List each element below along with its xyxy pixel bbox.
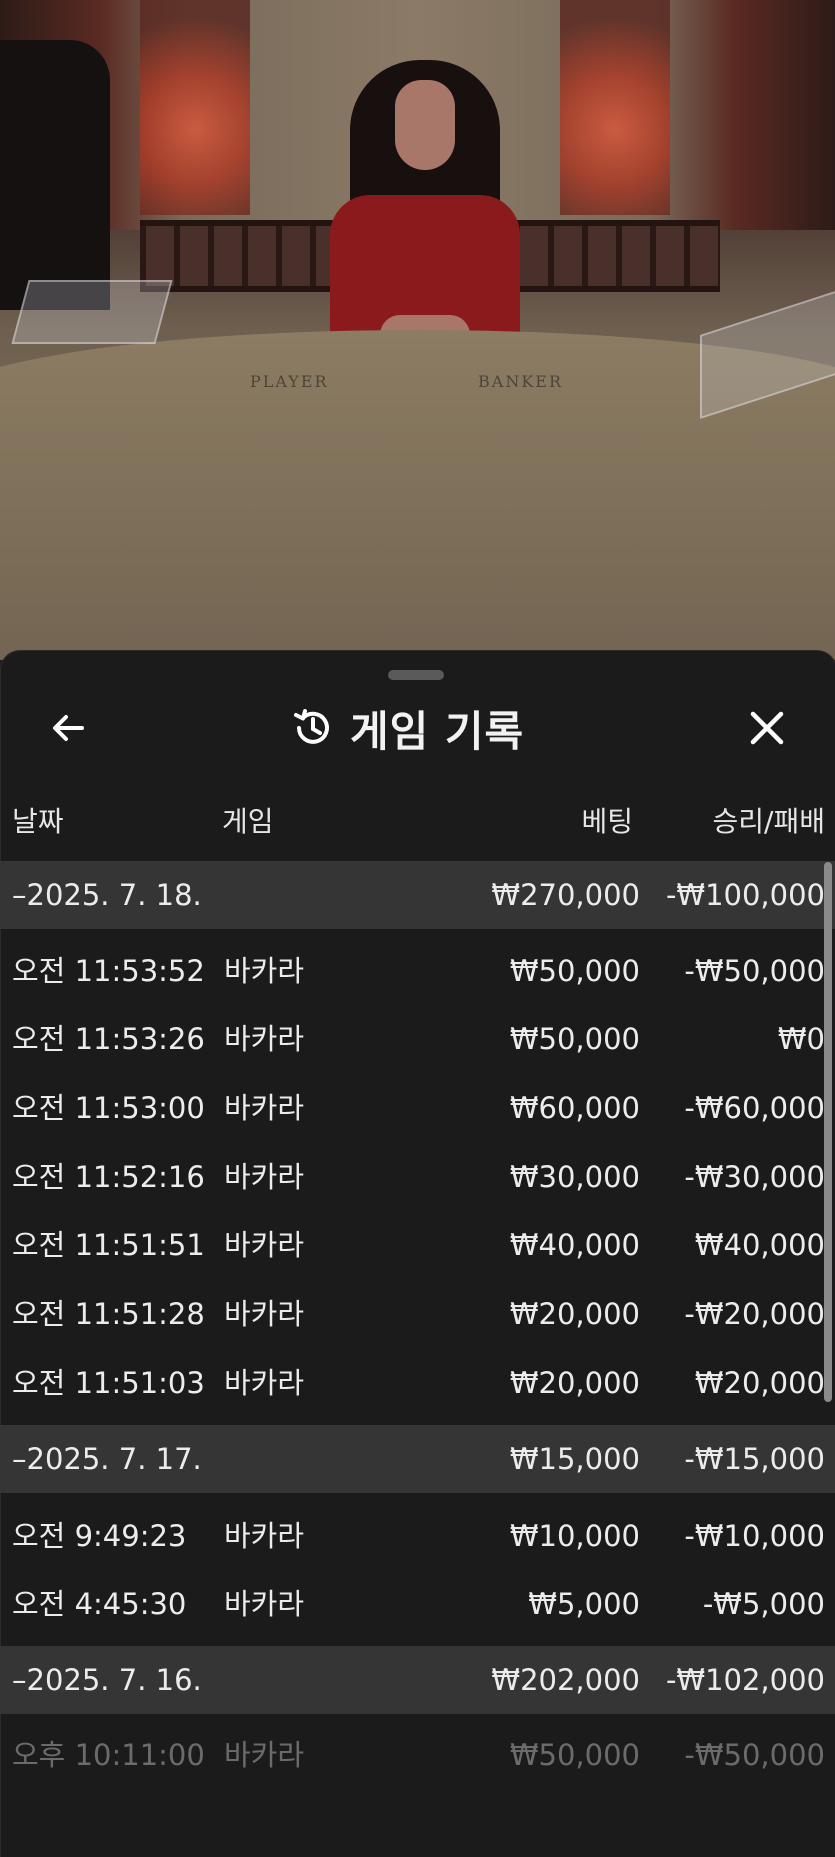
back-button[interactable] bbox=[40, 700, 96, 756]
history-row[interactable]: 오전 4:45:30 바카라 ₩5,000 -₩5,000 bbox=[0, 1570, 835, 1638]
group-total-bet: ₩202,000 bbox=[491, 1663, 640, 1697]
group-date: –2025. 7. 17. bbox=[12, 1442, 202, 1476]
row-result: ₩20,000 bbox=[694, 1366, 825, 1400]
group-total-result: -₩100,000 bbox=[665, 878, 825, 912]
row-bet: ₩50,000 bbox=[509, 1738, 640, 1772]
group-total-result: -₩102,000 bbox=[665, 1663, 825, 1697]
row-result: -₩60,000 bbox=[684, 1091, 825, 1125]
live-video-feed: PLAYER BANKER bbox=[0, 0, 835, 660]
table-label-player: PLAYER bbox=[250, 372, 329, 391]
blossom-window-right bbox=[560, 0, 670, 215]
row-result: ₩0 bbox=[777, 1022, 825, 1056]
scrollbar[interactable] bbox=[824, 862, 832, 1402]
row-bet: ₩30,000 bbox=[509, 1160, 640, 1194]
row-time: 오전 11:51:51 bbox=[12, 1228, 205, 1262]
row-bet: ₩50,000 bbox=[509, 954, 640, 988]
row-game: 바카라 bbox=[224, 1022, 305, 1056]
row-time: 오전 11:51:03 bbox=[12, 1366, 205, 1400]
row-game: 바카라 bbox=[224, 1366, 305, 1400]
row-game: 바카라 bbox=[224, 1160, 305, 1194]
dealer-assistant bbox=[0, 40, 110, 310]
history-row[interactable]: 오전 11:51:51 바카라 ₩40,000 ₩40,000 bbox=[0, 1211, 835, 1279]
row-result: -₩50,000 bbox=[684, 1738, 825, 1772]
row-time: 오전 11:53:00 bbox=[12, 1091, 205, 1125]
row-result: -₩50,000 bbox=[684, 954, 825, 988]
row-game: 바카라 bbox=[224, 1297, 305, 1331]
page-title: 게임 기록 bbox=[350, 706, 525, 756]
row-game: 바카라 bbox=[224, 1519, 305, 1553]
row-result: -₩30,000 bbox=[684, 1160, 825, 1194]
row-bet: ₩50,000 bbox=[509, 1022, 640, 1056]
row-bet: ₩10,000 bbox=[509, 1519, 640, 1553]
date-group-row[interactable]: –2025. 7. 17. ₩15,000 -₩15,000 bbox=[0, 1425, 835, 1493]
row-result: -₩5,000 bbox=[702, 1587, 825, 1621]
history-row[interactable]: 오전 11:51:03 바카라 ₩20,000 ₩20,000 bbox=[0, 1349, 835, 1417]
row-time: 오전 11:53:26 bbox=[12, 1022, 205, 1056]
date-group-row[interactable]: –2025. 7. 18. ₩270,000 -₩100,000 bbox=[0, 861, 835, 929]
history-row[interactable]: 오전 11:53:52 바카라 ₩50,000 -₩50,000 bbox=[0, 937, 835, 1005]
group-total-bet: ₩15,000 bbox=[509, 1442, 640, 1476]
row-time: 오전 11:52:16 bbox=[12, 1160, 205, 1194]
group-total-result: -₩15,000 bbox=[684, 1442, 825, 1476]
date-group-row[interactable]: –2025. 7. 16. ₩202,000 -₩102,000 bbox=[0, 1646, 835, 1714]
row-game: 바카라 bbox=[224, 1091, 305, 1125]
group-date: –2025. 7. 16. bbox=[12, 1663, 202, 1697]
row-bet: ₩20,000 bbox=[509, 1366, 640, 1400]
close-button[interactable] bbox=[739, 700, 795, 756]
history-row[interactable]: 오전 11:51:28 바카라 ₩20,000 -₩20,000 bbox=[0, 1280, 835, 1348]
row-time: 오전 4:45:30 bbox=[12, 1587, 187, 1621]
row-time: 오전 11:53:52 bbox=[12, 954, 205, 988]
row-result: ₩40,000 bbox=[694, 1228, 825, 1262]
table-label-banker: BANKER bbox=[478, 372, 563, 391]
history-row[interactable]: 오전 11:53:26 바카라 ₩50,000 ₩0 bbox=[0, 1005, 835, 1073]
column-header-game: 게임 bbox=[222, 805, 274, 838]
arrow-left-icon bbox=[53, 715, 84, 741]
blossom-window-left bbox=[140, 0, 250, 215]
history-row[interactable]: 오전 9:49:23 바카라 ₩10,000 -₩10,000 bbox=[0, 1502, 835, 1570]
sheet-header: 게임 기록 bbox=[290, 700, 524, 756]
row-game: 바카라 bbox=[224, 1228, 305, 1262]
column-header-bet: 베팅 bbox=[581, 805, 633, 838]
card-shoe-left bbox=[11, 280, 173, 344]
row-time: 오전 9:49:23 bbox=[12, 1519, 187, 1553]
close-icon bbox=[750, 711, 784, 745]
column-header-date: 날짜 bbox=[12, 805, 64, 838]
group-date: –2025. 7. 18. bbox=[12, 878, 202, 912]
row-game: 바카라 bbox=[224, 954, 305, 988]
history-row[interactable]: 오후 10:11:00 바카라 ₩50,000 -₩50,000 bbox=[0, 1721, 835, 1789]
history-row[interactable]: 오전 11:53:00 바카라 ₩60,000 -₩60,000 bbox=[0, 1074, 835, 1142]
history-row[interactable]: 오전 11:52:16 바카라 ₩30,000 -₩30,000 bbox=[0, 1143, 835, 1211]
row-game: 바카라 bbox=[224, 1587, 305, 1621]
row-bet: ₩40,000 bbox=[509, 1228, 640, 1262]
row-bet: ₩5,000 bbox=[528, 1587, 640, 1621]
row-time: 오후 10:11:00 bbox=[12, 1738, 205, 1772]
row-result: -₩10,000 bbox=[684, 1519, 825, 1553]
row-bet: ₩20,000 bbox=[509, 1297, 640, 1331]
row-bet: ₩60,000 bbox=[509, 1091, 640, 1125]
row-result: -₩20,000 bbox=[684, 1297, 825, 1331]
row-time: 오전 11:51:28 bbox=[12, 1297, 205, 1331]
dealer-face bbox=[395, 80, 455, 170]
row-game: 바카라 bbox=[224, 1738, 305, 1772]
group-total-bet: ₩270,000 bbox=[491, 878, 640, 912]
sheet-drag-handle[interactable] bbox=[388, 670, 444, 680]
column-header-result: 승리/패배 bbox=[712, 805, 825, 838]
history-icon bbox=[294, 709, 329, 744]
